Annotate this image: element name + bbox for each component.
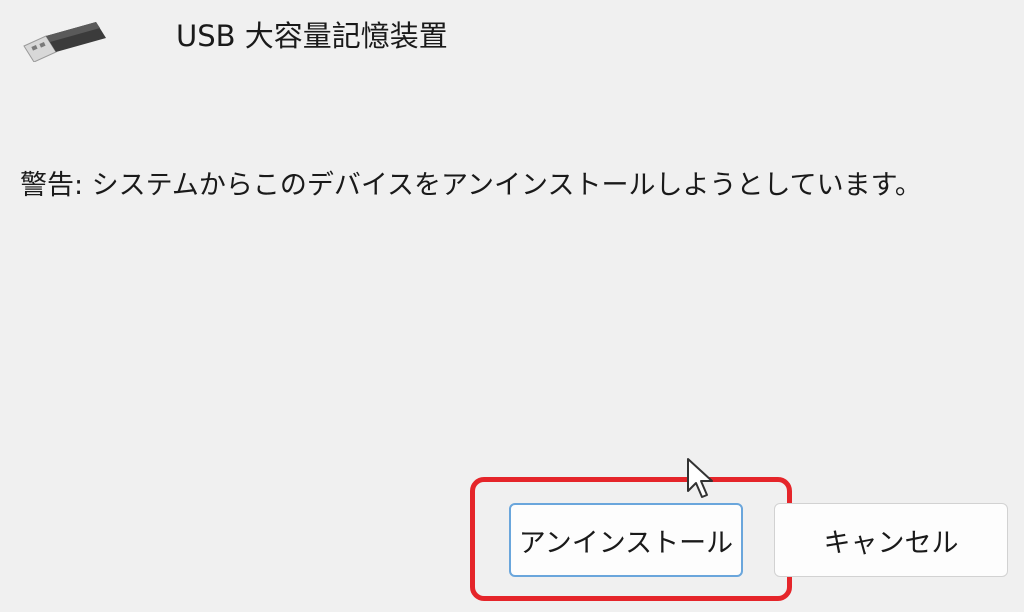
uninstall-device-dialog: USB 大容量記憶装置 警告: システムからこのデバイスをアンインストールしよう… — [0, 0, 1024, 612]
usb-drive-icon — [23, 22, 106, 62]
device-header: USB 大容量記憶装置 — [0, 0, 1024, 80]
mouse-pointer-icon — [687, 458, 713, 498]
uninstall-button[interactable]: アンインストール — [509, 503, 743, 577]
warning-message: 警告: システムからこのデバイスをアンインストールしようとしています。 — [20, 170, 922, 201]
cancel-button[interactable]: キャンセル — [774, 503, 1008, 577]
device-name: USB 大容量記憶装置 — [176, 19, 448, 53]
